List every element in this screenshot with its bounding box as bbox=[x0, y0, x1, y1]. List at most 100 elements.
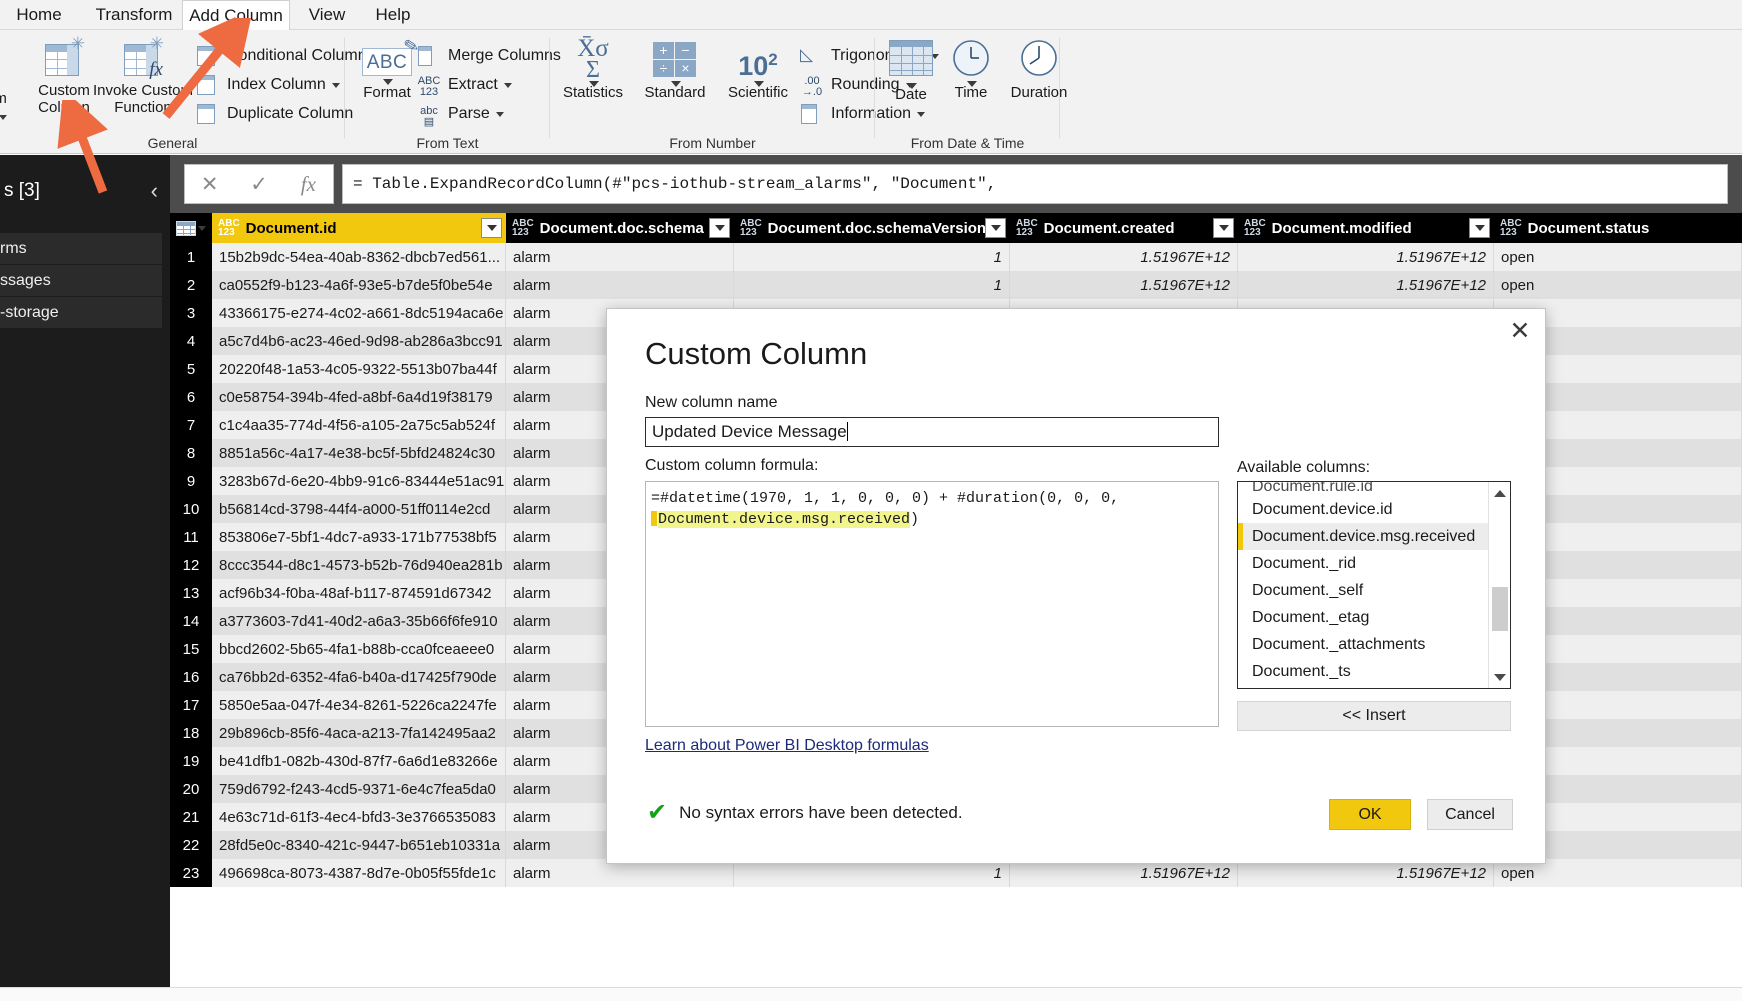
column-filter-dropdown-icon[interactable] bbox=[985, 218, 1006, 238]
standard-button[interactable]: + − ÷ × Standard bbox=[634, 38, 716, 101]
table-cell-created[interactable]: 1.51967E+12 bbox=[1010, 271, 1238, 299]
select-all-columns-button[interactable] bbox=[170, 213, 212, 243]
row-number[interactable]: 6 bbox=[170, 383, 212, 411]
merge-columns-button[interactable]: Merge Columns bbox=[417, 44, 561, 68]
available-column-item[interactable]: Document._rid bbox=[1238, 550, 1488, 577]
formula-input[interactable]: = Table.ExpandRecordColumn(#"pcs-iothub-… bbox=[342, 164, 1728, 204]
available-column-item[interactable]: Document.rule.id bbox=[1238, 482, 1488, 496]
scroll-down-icon[interactable] bbox=[1489, 666, 1511, 688]
table-cell-id[interactable]: 496698ca-8073-4387-8d7e-0b05f55fde1c bbox=[212, 859, 506, 887]
table-cell-id[interactable]: 8ccc3544-d8c1-4573-b52b-76d940ea281b bbox=[212, 551, 506, 579]
table-cell-id[interactable]: a3773603-7d41-40d2-a6a3-35b66f6fe910 bbox=[212, 607, 506, 635]
row-number[interactable]: 23 bbox=[170, 859, 212, 887]
query-list-item-2[interactable]: ssages bbox=[0, 265, 162, 296]
table-cell-id[interactable]: a5c7d4b6-ac23-46ed-9d98-ab286a3bcc91 bbox=[212, 327, 506, 355]
available-column-item[interactable]: Document._etag bbox=[1238, 604, 1488, 631]
ribbon-tab-add-column[interactable]: Add Column bbox=[182, 0, 290, 30]
statistics-button[interactable]: X̄σΣ Statistics bbox=[552, 38, 634, 101]
available-column-item[interactable]: Document._self bbox=[1238, 577, 1488, 604]
row-number[interactable]: 22 bbox=[170, 831, 212, 859]
collapse-pane-icon[interactable]: ‹ bbox=[151, 171, 158, 211]
learn-formulas-link[interactable]: Learn about Power BI Desktop formulas bbox=[645, 737, 929, 755]
conditional-column-button[interactable]: Conditional Column bbox=[196, 44, 367, 68]
row-number[interactable]: 8 bbox=[170, 439, 212, 467]
table-cell-id[interactable]: 3283b67d-6e20-4bb9-91c6-83444e51ac91 bbox=[212, 467, 506, 495]
ribbon-tab-transform[interactable]: Transform bbox=[78, 0, 190, 30]
ribbon-tab-help[interactable]: Help bbox=[362, 0, 424, 30]
column-header-document-status[interactable]: ABC123 Document.status bbox=[1494, 213, 1742, 243]
available-column-item[interactable]: Document._ts bbox=[1238, 658, 1488, 685]
column-filter-dropdown-icon[interactable] bbox=[1469, 218, 1490, 238]
table-cell-id[interactable]: ca0552f9-b123-4a6f-93e5-b7de5f0be54e bbox=[212, 271, 506, 299]
table-cell-id[interactable]: 28fd5e0c-8340-421c-9447-b651eb10331a bbox=[212, 831, 506, 859]
row-number[interactable]: 11 bbox=[170, 523, 212, 551]
row-number[interactable]: 9 bbox=[170, 467, 212, 495]
custom-column-formula-input[interactable]: =#datetime(1970, 1, 1, 0, 0, 0) + #durat… bbox=[645, 481, 1219, 727]
table-cell-created[interactable]: 1.51967E+12 bbox=[1010, 243, 1238, 271]
duplicate-column-button[interactable]: Duplicate Column bbox=[196, 102, 353, 126]
table-cell-id[interactable]: c0e58754-394b-4fed-a8bf-6a4d19f38179 bbox=[212, 383, 506, 411]
table-cell-modified[interactable]: 1.51967E+12 bbox=[1238, 243, 1494, 271]
available-column-item[interactable]: Document._attachments bbox=[1238, 631, 1488, 658]
query-list-item-1[interactable]: rms bbox=[0, 233, 162, 264]
table-cell-id[interactable]: be41dfb1-082b-430d-87f7-6a6d1e83266e bbox=[212, 747, 506, 775]
invoke-custom-function-button[interactable]: ✳ fx Invoke Custom Function bbox=[88, 38, 198, 116]
table-cell-schema[interactable]: alarm bbox=[506, 243, 734, 271]
ok-button[interactable]: OK bbox=[1329, 799, 1411, 830]
available-columns-scrollbar[interactable] bbox=[1488, 482, 1510, 688]
duration-button[interactable]: Duration bbox=[995, 38, 1083, 101]
available-columns-list[interactable]: Document.rule.idDocument.device.id Docume… bbox=[1237, 481, 1511, 689]
table-cell-id[interactable]: 43366175-e274-4c02-a661-8dc5194aca6e bbox=[212, 299, 506, 327]
row-number[interactable]: 20 bbox=[170, 775, 212, 803]
close-icon[interactable]: ✕ bbox=[1503, 315, 1537, 345]
column-header-document-modified[interactable]: ABC123 Document.modified bbox=[1238, 213, 1494, 243]
table-cell-id[interactable]: 8851a56c-4a17-4e38-bc5f-5bfd24824c30 bbox=[212, 439, 506, 467]
table-cell-id[interactable]: acf96b34-f0ba-48af-b117-874591d67342 bbox=[212, 579, 506, 607]
column-header-document-doc-schemaversion[interactable]: ABC123 Document.doc.schemaVersion bbox=[734, 213, 1010, 243]
table-cell-status[interactable]: open bbox=[1494, 271, 1742, 299]
formula-cancel-icon[interactable]: ✕ bbox=[185, 172, 234, 197]
row-number[interactable]: 13 bbox=[170, 579, 212, 607]
row-number[interactable]: 17 bbox=[170, 691, 212, 719]
row-number[interactable]: 4 bbox=[170, 327, 212, 355]
table-row[interactable]: 2ca0552f9-b123-4a6f-93e5-b7de5f0be54eala… bbox=[170, 271, 1742, 299]
row-number[interactable]: 1 bbox=[170, 243, 212, 271]
row-number[interactable]: 21 bbox=[170, 803, 212, 831]
column-filter-dropdown-icon[interactable] bbox=[481, 218, 502, 238]
scientific-button[interactable]: 102 Scientific bbox=[716, 38, 800, 101]
ribbon-tab-home[interactable]: Home bbox=[4, 0, 74, 30]
row-number[interactable]: 7 bbox=[170, 411, 212, 439]
row-number[interactable]: 3 bbox=[170, 299, 212, 327]
column-filter-dropdown-icon[interactable] bbox=[1213, 218, 1234, 238]
index-column-button[interactable]: Index Column bbox=[196, 73, 340, 97]
formula-accept-icon[interactable]: ✓ bbox=[234, 172, 283, 197]
new-column-name-input[interactable]: Updated Device Message bbox=[645, 417, 1219, 447]
insert-button[interactable]: << Insert bbox=[1237, 701, 1511, 731]
row-number[interactable]: 10 bbox=[170, 495, 212, 523]
table-cell-ver[interactable]: 1 bbox=[734, 243, 1010, 271]
row-number[interactable]: 12 bbox=[170, 551, 212, 579]
parse-button[interactable]: abc▤ Parse bbox=[417, 102, 504, 126]
row-number[interactable]: 15 bbox=[170, 635, 212, 663]
table-cell-id[interactable]: 20220f48-1a53-4c05-9322-5513b07ba44f bbox=[212, 355, 506, 383]
table-cell-id[interactable]: bbcd2602-5b65-4fa1-b88b-cca0fceaeee0 bbox=[212, 635, 506, 663]
column-header-document-doc-schema[interactable]: ABC123 Document.doc.schema bbox=[506, 213, 734, 243]
available-column-item[interactable]: Document.device.id bbox=[1238, 496, 1488, 523]
row-number[interactable]: 16 bbox=[170, 663, 212, 691]
query-list-item-3[interactable]: -storage bbox=[0, 297, 162, 328]
row-number[interactable]: 2 bbox=[170, 271, 212, 299]
table-cell-id[interactable]: 759d6792-f243-4cd5-9371-6e4c7fea5da0 bbox=[212, 775, 506, 803]
table-cell-id[interactable]: c1c4aa35-774d-4f56-a105-2a75c5ab524f bbox=[212, 411, 506, 439]
row-number[interactable]: 18 bbox=[170, 719, 212, 747]
table-cell-id[interactable]: 5850e5aa-047f-4e34-8261-5226ca2247fe bbox=[212, 691, 506, 719]
scroll-up-icon[interactable] bbox=[1489, 482, 1511, 504]
column-header-document-created[interactable]: ABC123 Document.created bbox=[1010, 213, 1238, 243]
table-cell-id[interactable]: 853806e7-5bf1-4dc7-a933-171b77538bf5 bbox=[212, 523, 506, 551]
column-header-document-id[interactable]: ABC123 Document.id bbox=[212, 213, 506, 243]
cancel-button[interactable]: Cancel bbox=[1427, 799, 1513, 830]
table-cell-modified[interactable]: 1.51967E+12 bbox=[1238, 271, 1494, 299]
row-number[interactable]: 5 bbox=[170, 355, 212, 383]
table-cell-id[interactable]: b56814cd-3798-44f4-a000-51ff0114e2cd bbox=[212, 495, 506, 523]
table-cell-id[interactable]: 4e63c71d-61f3-4ec4-bfd3-3e3766535083 bbox=[212, 803, 506, 831]
table-cell-schema[interactable]: alarm bbox=[506, 271, 734, 299]
